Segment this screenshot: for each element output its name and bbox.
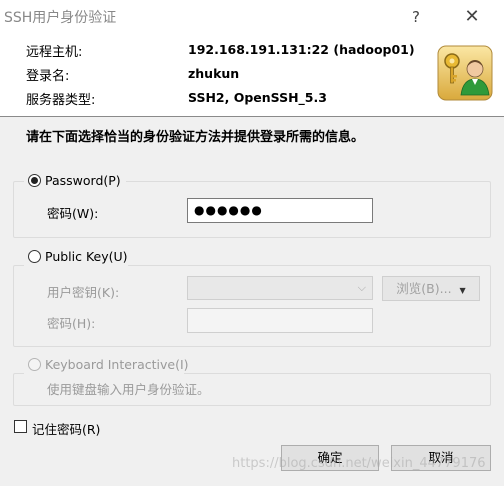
keyboard-interactive-description: 使用键盘输入用户身份验证。 xyxy=(47,382,210,397)
public-key-option-label: Public Key(U) xyxy=(45,249,128,264)
keys-user-icon xyxy=(437,45,493,101)
user-key-label: 用户密钥(K): xyxy=(47,285,120,300)
browse-button-label: 浏览(B)... xyxy=(396,281,452,296)
title-bar: SSH用户身份验证 ? ✕ xyxy=(0,0,504,34)
remember-password-label: 记住密码(R) xyxy=(32,422,101,437)
chevron-down-icon: ⌵ xyxy=(357,281,366,294)
remote-host-label: 远程主机: xyxy=(26,45,83,60)
password-option-label: Password(P) xyxy=(45,173,121,188)
remember-password-option[interactable]: 记住密码(R) xyxy=(12,418,122,437)
password-input[interactable]: ●●●●●● xyxy=(187,198,373,223)
keyboard-interactive-label: Keyboard Interactive(I) xyxy=(45,357,189,372)
remember-password-checkbox[interactable] xyxy=(14,420,27,433)
login-name-value: zhukun xyxy=(188,66,240,81)
public-key-option[interactable]: Public Key(U) xyxy=(24,248,128,266)
keyboard-interactive-option[interactable]: Keyboard Interactive(I) xyxy=(24,356,189,374)
instruction-text: 请在下面选择恰当的身份验证方法并提供登录所需的信息。 xyxy=(26,130,365,145)
help-icon[interactable]: ? xyxy=(404,5,428,29)
window-title: SSH用户身份验证 xyxy=(4,10,117,26)
user-key-select[interactable]: ⌵ xyxy=(187,276,373,300)
passphrase-input[interactable] xyxy=(187,308,373,333)
dropdown-triangle-icon: ▼ xyxy=(459,286,466,295)
close-icon[interactable]: ✕ xyxy=(458,5,486,29)
login-name-label: 登录名: xyxy=(26,69,70,84)
password-radio[interactable] xyxy=(28,174,41,187)
password-field-label: 密码(W): xyxy=(47,206,99,221)
remote-host-value: 192.168.191.131:22 (hadoop01) xyxy=(188,42,415,57)
password-option[interactable]: Password(P) xyxy=(24,172,126,190)
keyboard-interactive-radio[interactable] xyxy=(28,358,41,371)
browse-button[interactable]: 浏览(B)... ▼ xyxy=(382,276,480,301)
passphrase-label: 密码(H): xyxy=(47,316,96,331)
server-type-label: 服务器类型: xyxy=(26,93,96,108)
watermark-text: https://blog.csdn.net/weixin_44779176 xyxy=(232,456,486,471)
public-key-radio[interactable] xyxy=(28,250,41,263)
server-type-value: SSH2, OpenSSH_5.3 xyxy=(188,90,327,105)
